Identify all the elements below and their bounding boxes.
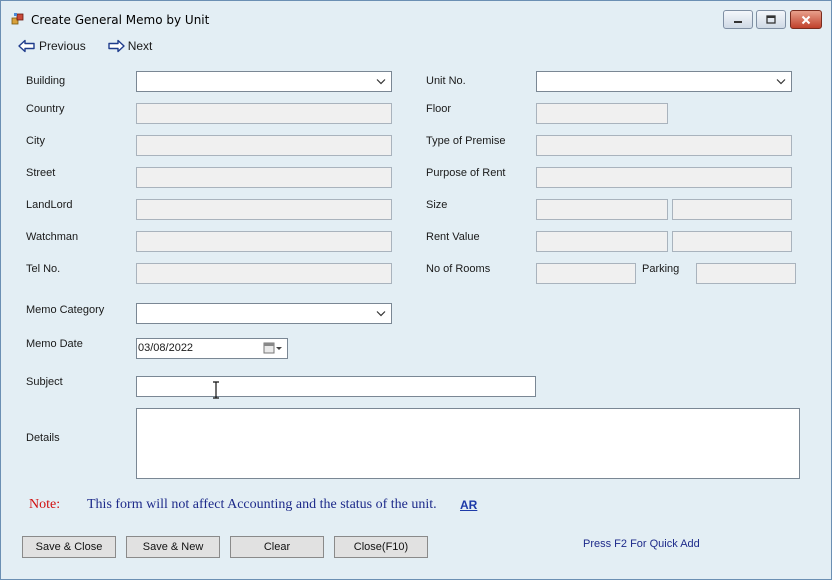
rent-value-label: Rent Value — [426, 231, 480, 243]
parking-field[interactable] — [696, 263, 796, 284]
window-title: Create General Memo by Unit — [31, 13, 210, 27]
details-textarea[interactable] — [136, 408, 800, 479]
no-of-rooms-field[interactable] — [536, 263, 636, 284]
restore-icon — [766, 15, 776, 24]
purpose-of-rent-label: Purpose of Rent — [426, 167, 506, 179]
close-button[interactable]: Close(F10) — [334, 536, 428, 558]
memo-window: Create General Memo by Unit Previous Nex… — [0, 0, 832, 580]
unit-no-label: Unit No. — [426, 75, 466, 87]
memo-date-picker[interactable]: 03/08/2022 — [136, 338, 288, 359]
memo-date-value: 03/08/2022 — [138, 342, 194, 354]
landlord-field[interactable] — [136, 199, 392, 220]
minimize-icon — [734, 20, 742, 23]
subject-label: Subject — [26, 376, 63, 388]
city-label: City — [26, 135, 45, 147]
note-label: Note: — [29, 497, 61, 512]
watchman-label: Watchman — [26, 231, 79, 243]
minimize-button[interactable] — [723, 10, 753, 29]
chevron-down-icon — [376, 311, 386, 317]
parking-label: Parking — [642, 263, 680, 275]
memo-category-label: Memo Category — [26, 304, 105, 316]
size-label: Size — [426, 199, 448, 211]
previous-label: Previous — [39, 39, 86, 53]
close-icon — [801, 15, 811, 24]
nav-bar: Previous Next — [18, 37, 152, 55]
purpose-of-rent-field[interactable] — [536, 167, 792, 188]
rent-value-extra-field[interactable] — [672, 231, 792, 252]
previous-button[interactable]: Previous — [18, 39, 86, 53]
unit-no-combo[interactable] — [536, 71, 792, 92]
street-field[interactable] — [136, 167, 392, 188]
rent-value-field[interactable] — [536, 231, 668, 252]
chevron-down-icon — [376, 79, 386, 85]
ar-link[interactable]: AR — [460, 498, 477, 512]
title-bar: Create General Memo by Unit — [1, 1, 831, 35]
building-combo[interactable] — [136, 71, 392, 92]
save-new-button[interactable]: Save & New — [126, 536, 220, 558]
street-label: Street — [26, 167, 56, 179]
arrow-right-icon — [107, 39, 125, 53]
type-of-premise-field[interactable] — [536, 135, 792, 156]
next-label: Next — [127, 39, 153, 53]
country-field[interactable] — [136, 103, 392, 124]
chevron-down-icon — [776, 79, 786, 85]
size-unit-field[interactable] — [672, 199, 792, 220]
restore-button[interactable] — [756, 10, 786, 29]
subject-field[interactable] — [136, 376, 536, 397]
details-label: Details — [26, 432, 60, 444]
clear-button[interactable]: Clear — [230, 536, 324, 558]
calendar-icon[interactable] — [263, 342, 283, 355]
no-of-rooms-label: No of Rooms — [426, 263, 491, 275]
arrow-left-icon — [18, 39, 35, 53]
tel-no-label: Tel No. — [26, 263, 61, 275]
app-icon — [11, 13, 24, 25]
type-of-premise-label: Type of Premise — [426, 135, 506, 147]
landlord-label: LandLord — [26, 199, 73, 211]
size-field[interactable] — [536, 199, 668, 220]
close-window-button[interactable] — [790, 10, 822, 29]
city-field[interactable] — [136, 135, 392, 156]
floor-field[interactable] — [536, 103, 668, 124]
note-text: This form will not affect Accounting and… — [87, 497, 437, 512]
building-label: Building — [26, 75, 66, 87]
floor-label: Floor — [426, 103, 452, 115]
memo-category-combo[interactable] — [136, 303, 392, 324]
text-cursor-icon — [213, 381, 219, 399]
tel-no-field[interactable] — [136, 263, 392, 284]
country-label: Country — [26, 103, 65, 115]
watchman-field[interactable] — [136, 231, 392, 252]
quick-add-hint: Press F2 For Quick Add — [583, 538, 700, 550]
memo-date-label: Memo Date — [26, 338, 83, 350]
save-close-button[interactable]: Save & Close — [22, 536, 116, 558]
next-button[interactable]: Next — [107, 39, 153, 53]
